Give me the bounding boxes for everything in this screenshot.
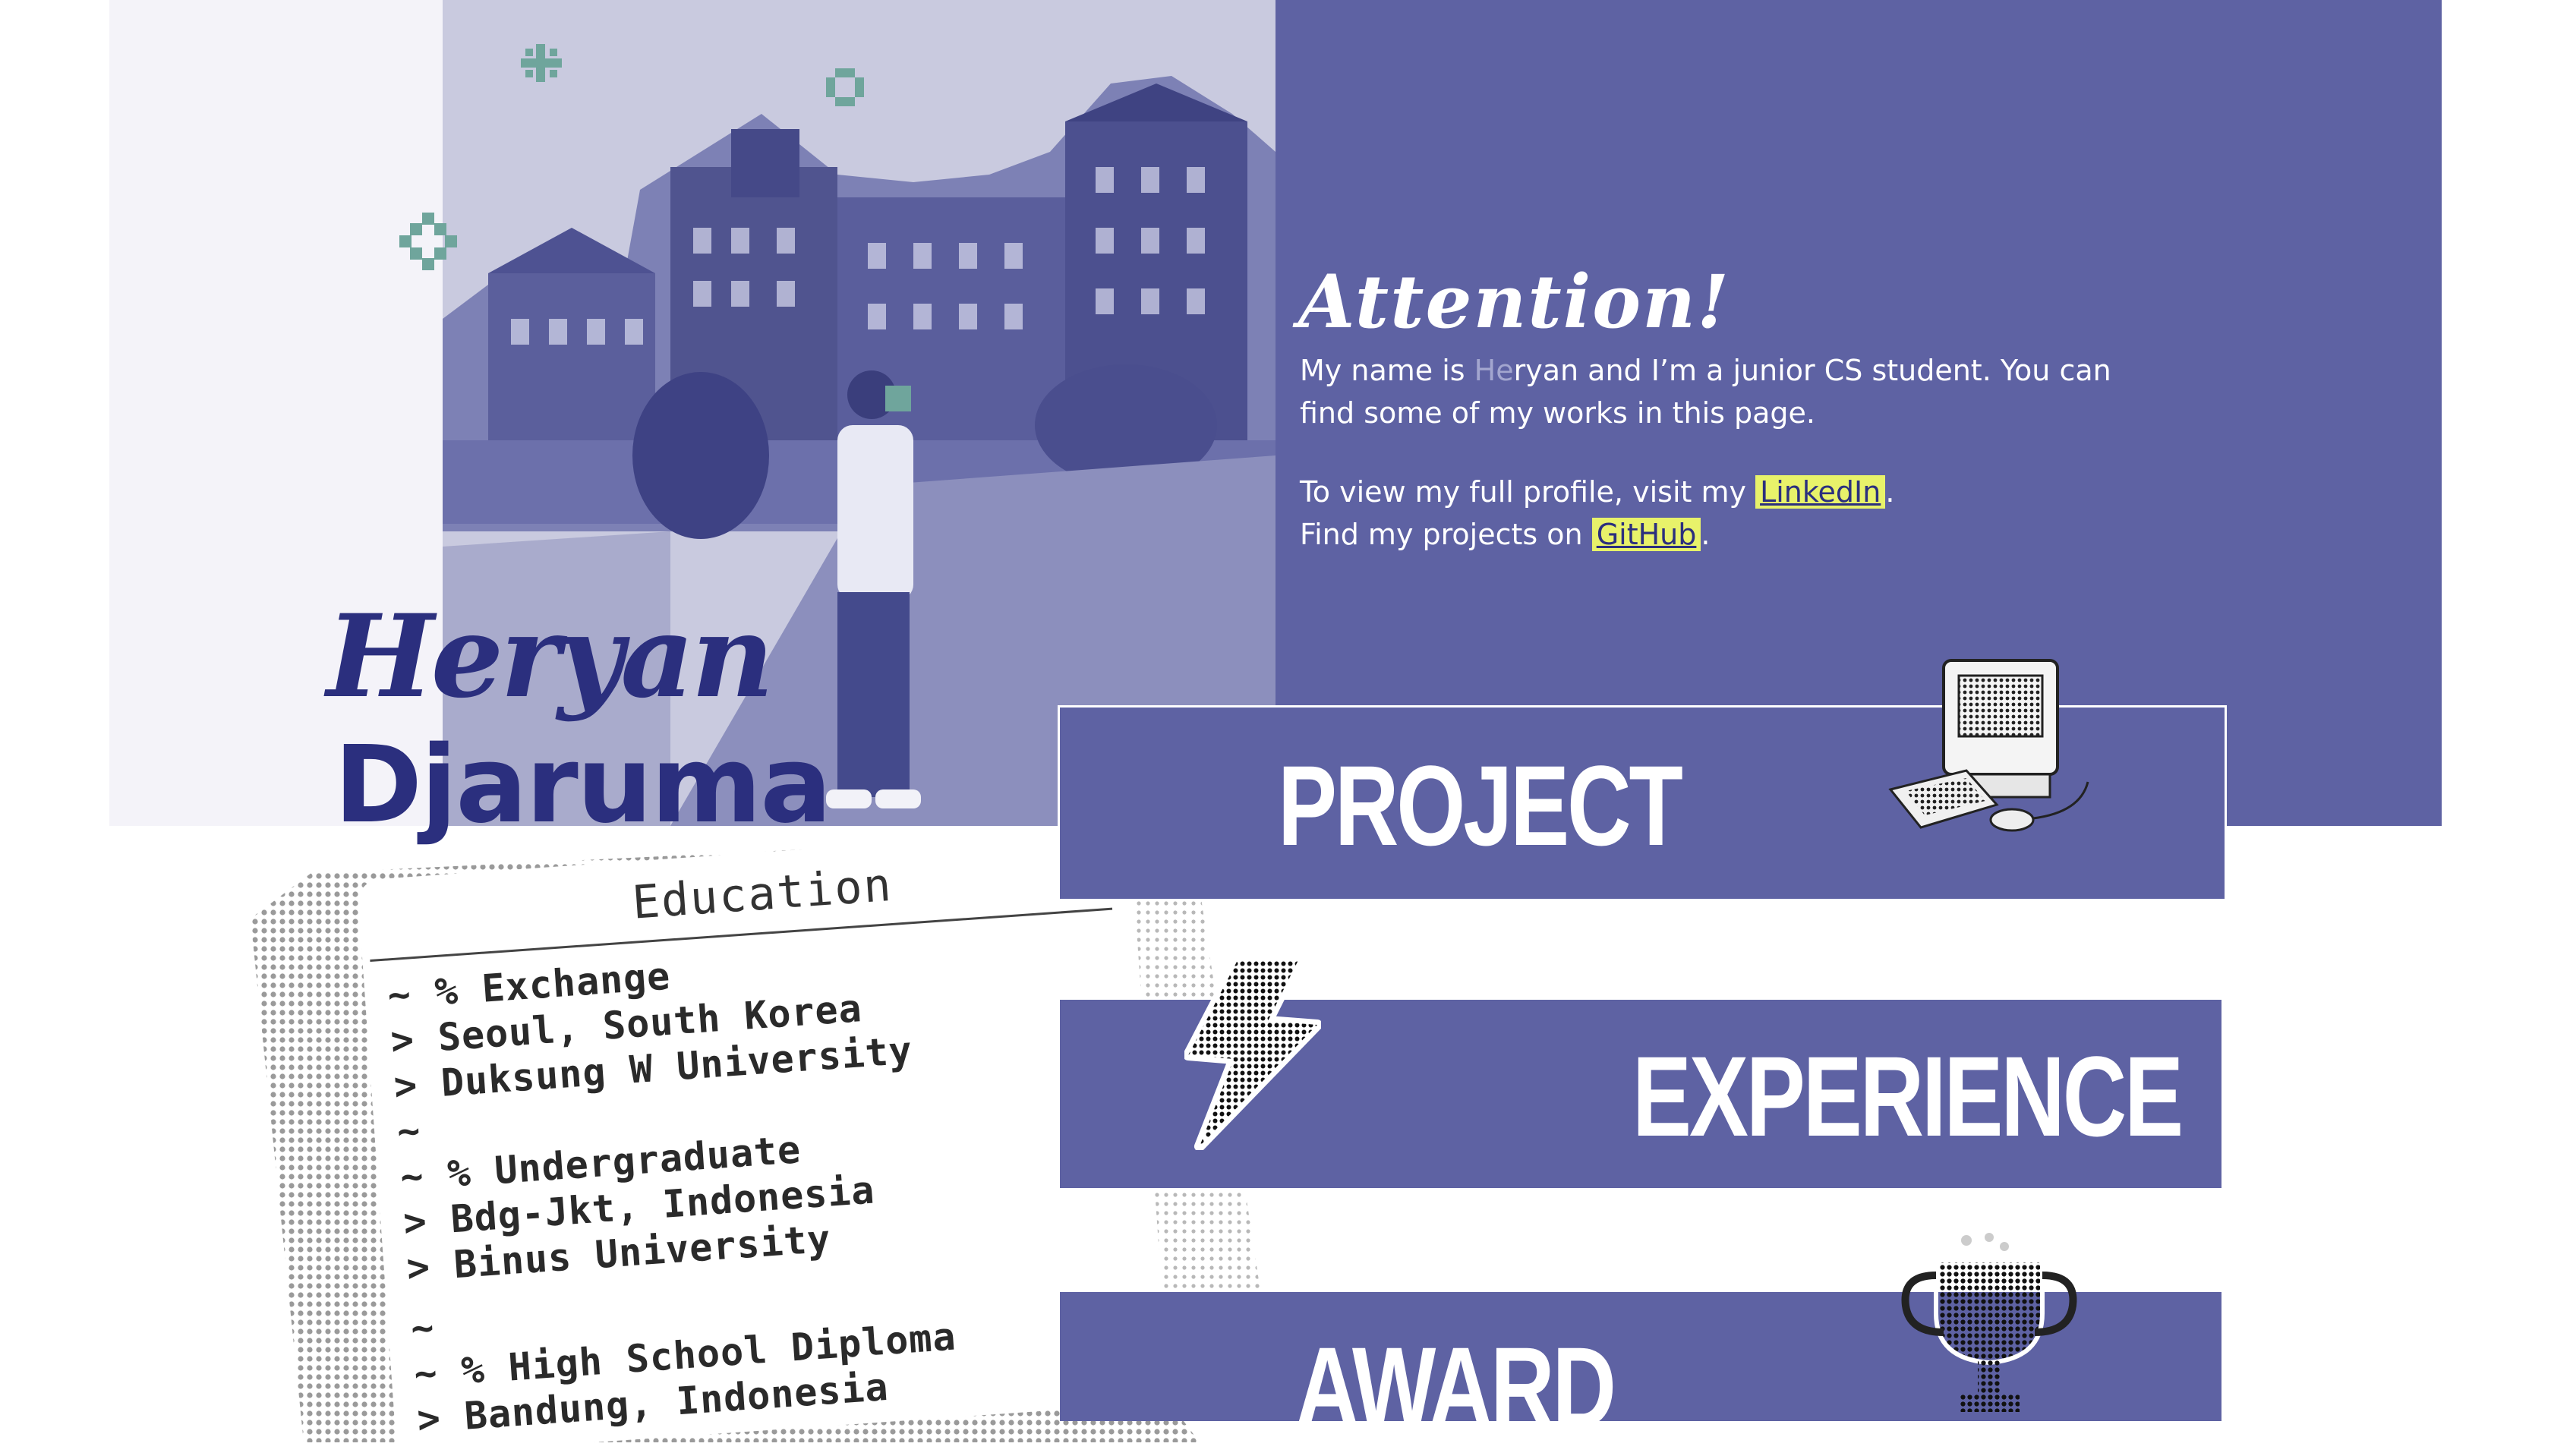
section-project-title: PROJECT bbox=[1278, 742, 1683, 869]
education-card: Education ~ % Exchange > Seoul, South Ko… bbox=[357, 826, 1170, 1456]
education-line: ~ bbox=[396, 1108, 423, 1155]
intro-text: Find my projects on bbox=[1300, 518, 1592, 551]
intro-paragraph: My name is Heryan and I’m a junior CS st… bbox=[1300, 349, 2120, 434]
pixel-asterisk-icon bbox=[521, 44, 562, 82]
intro-text: My name is bbox=[1300, 354, 1474, 387]
pixel-diamond-icon bbox=[399, 213, 457, 270]
pixel-ring-icon bbox=[826, 68, 864, 106]
intro-text: To view my full profile, visit my bbox=[1300, 475, 1756, 509]
pixel-square-icon bbox=[885, 386, 911, 411]
trophy-icon bbox=[1901, 1233, 2077, 1412]
intro-links-paragraph: To view my full profile, visit my Linked… bbox=[1300, 471, 2120, 556]
lightning-icon bbox=[1184, 960, 1321, 1150]
intro-text-faded: He bbox=[1474, 354, 1514, 387]
intro-text: . bbox=[1885, 475, 1895, 509]
intro-text: . bbox=[1701, 518, 1711, 551]
hero-first-name: Heryan bbox=[326, 590, 774, 723]
github-link[interactable]: GitHub bbox=[1591, 518, 1701, 551]
education-title: Education bbox=[630, 858, 894, 930]
hero-last-name: Djaruma bbox=[334, 723, 832, 847]
intro-title: Attention! bbox=[1298, 259, 1731, 345]
education-line: ~ bbox=[409, 1305, 437, 1351]
section-award-title: AWARD bbox=[1295, 1323, 1616, 1451]
computer-icon bbox=[1888, 659, 2089, 832]
section-experience-title: EXPERIENCE bbox=[1632, 1032, 2184, 1160]
linkedin-link[interactable]: LinkedIn bbox=[1755, 475, 1886, 509]
